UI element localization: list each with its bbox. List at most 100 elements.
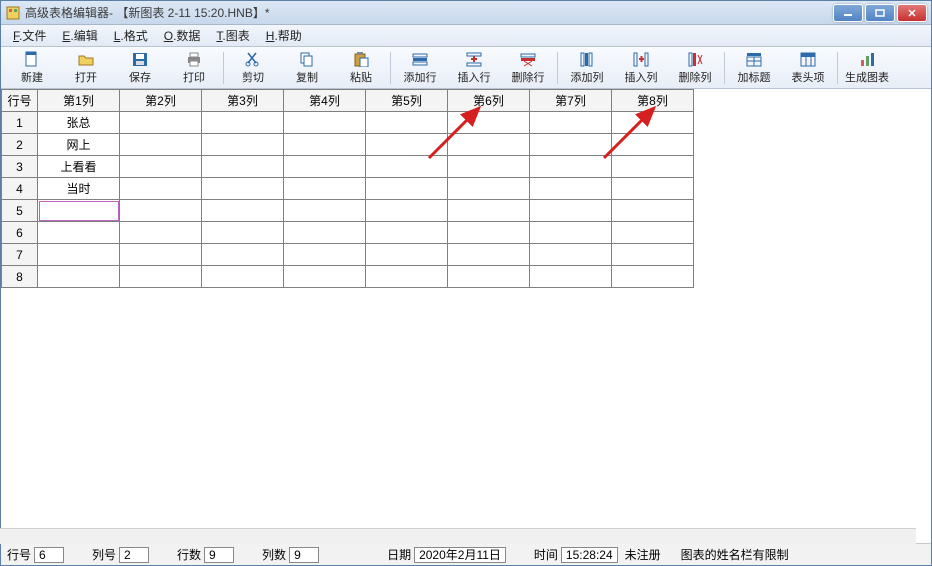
table-cell[interactable]: 张总 <box>38 112 120 134</box>
table-cell[interactable] <box>448 244 530 266</box>
table-cell[interactable] <box>284 178 366 200</box>
toolbar-print-button[interactable]: 打印 <box>167 49 221 87</box>
table-cell[interactable]: 上看看 <box>38 156 120 178</box>
table-cell[interactable] <box>38 200 120 222</box>
table-row[interactable]: 1张总 <box>2 112 694 134</box>
table-cell[interactable] <box>612 200 694 222</box>
table-cell[interactable] <box>530 156 612 178</box>
table-cell[interactable] <box>284 200 366 222</box>
menu-f[interactable]: F.文件 <box>5 25 54 46</box>
table-cell[interactable] <box>284 112 366 134</box>
table-cell[interactable] <box>530 222 612 244</box>
table-cell[interactable] <box>612 156 694 178</box>
table-cell[interactable] <box>612 178 694 200</box>
table-cell[interactable] <box>366 112 448 134</box>
table-cell[interactable] <box>448 200 530 222</box>
table-cell[interactable]: 网上 <box>38 134 120 156</box>
table-cell[interactable] <box>202 178 284 200</box>
toolbar-insert-col-button[interactable]: 插入列 <box>614 49 668 87</box>
column-header[interactable]: 第1列 <box>38 90 120 112</box>
row-number-cell[interactable]: 7 <box>2 244 38 266</box>
row-number-cell[interactable]: 4 <box>2 178 38 200</box>
table-cell[interactable] <box>366 156 448 178</box>
table-cell[interactable] <box>530 200 612 222</box>
toolbar-new-button[interactable]: 新建 <box>5 49 59 87</box>
table-cell[interactable] <box>120 266 202 288</box>
table-cell[interactable] <box>448 266 530 288</box>
toolbar-add-title-button[interactable]: 加标题 <box>727 49 781 87</box>
table-cell[interactable] <box>120 200 202 222</box>
table-row[interactable]: 4当时 <box>2 178 694 200</box>
maximize-button[interactable] <box>865 4 895 22</box>
toolbar-insert-row-button[interactable]: 插入行 <box>447 49 501 87</box>
table-cell[interactable] <box>448 134 530 156</box>
toolbar-add-col-button[interactable]: 添加列 <box>560 49 614 87</box>
toolbar-open-button[interactable]: 打开 <box>59 49 113 87</box>
horizontal-scrollbar[interactable] <box>0 528 916 544</box>
row-number-cell[interactable]: 2 <box>2 134 38 156</box>
table-cell[interactable] <box>38 266 120 288</box>
table-cell[interactable] <box>530 112 612 134</box>
table-cell[interactable] <box>284 244 366 266</box>
table-cell[interactable] <box>284 156 366 178</box>
table-cell[interactable] <box>120 178 202 200</box>
table-cell[interactable] <box>612 266 694 288</box>
column-header[interactable]: 第5列 <box>366 90 448 112</box>
table-cell[interactable] <box>366 134 448 156</box>
table-cell[interactable] <box>612 112 694 134</box>
table-cell[interactable] <box>284 266 366 288</box>
table-cell[interactable] <box>202 134 284 156</box>
toolbar-gen-chart-button[interactable]: 生成图表 <box>840 49 894 87</box>
table-cell[interactable] <box>448 112 530 134</box>
toolbar-cut-button[interactable]: 剪切 <box>226 49 280 87</box>
row-number-cell[interactable]: 1 <box>2 112 38 134</box>
table-cell[interactable] <box>120 134 202 156</box>
row-number-cell[interactable]: 6 <box>2 222 38 244</box>
table-cell[interactable] <box>530 266 612 288</box>
table-cell[interactable] <box>202 266 284 288</box>
column-header[interactable]: 第7列 <box>530 90 612 112</box>
table-cell[interactable] <box>530 244 612 266</box>
table-cell[interactable] <box>448 156 530 178</box>
menu-l[interactable]: L.格式 <box>106 25 156 46</box>
table-row[interactable]: 3上看看 <box>2 156 694 178</box>
column-header[interactable]: 第4列 <box>284 90 366 112</box>
table-cell[interactable] <box>448 222 530 244</box>
table-cell[interactable] <box>366 244 448 266</box>
menu-t[interactable]: T.图表 <box>208 25 257 46</box>
row-number-header[interactable]: 行号 <box>2 90 38 112</box>
table-cell[interactable] <box>202 222 284 244</box>
table-cell[interactable] <box>284 134 366 156</box>
data-table[interactable]: 行号第1列第2列第3列第4列第5列第6列第7列第8列1张总2网上3上看看4当时5… <box>1 89 694 288</box>
toolbar-copy-button[interactable]: 复制 <box>280 49 334 87</box>
table-cell[interactable] <box>612 222 694 244</box>
table-cell[interactable] <box>202 244 284 266</box>
menu-h[interactable]: H.帮助 <box>258 25 310 46</box>
table-cell[interactable] <box>120 156 202 178</box>
table-cell[interactable] <box>366 200 448 222</box>
table-cell[interactable] <box>120 244 202 266</box>
table-cell[interactable] <box>202 156 284 178</box>
table-row[interactable]: 7 <box>2 244 694 266</box>
table-cell[interactable] <box>120 112 202 134</box>
toolbar-add-row-button[interactable]: 添加行 <box>393 49 447 87</box>
table-cell[interactable] <box>38 244 120 266</box>
toolbar-header-item-button[interactable]: 表头项 <box>781 49 835 87</box>
table-cell[interactable]: 当时 <box>38 178 120 200</box>
table-cell[interactable] <box>366 222 448 244</box>
table-cell[interactable] <box>612 134 694 156</box>
menu-o[interactable]: O.数据 <box>156 25 209 46</box>
column-header[interactable]: 第3列 <box>202 90 284 112</box>
column-header[interactable]: 第2列 <box>120 90 202 112</box>
menu-e[interactable]: E.编辑 <box>54 25 105 46</box>
column-header[interactable]: 第6列 <box>448 90 530 112</box>
table-row[interactable]: 5 <box>2 200 694 222</box>
table-row[interactable]: 6 <box>2 222 694 244</box>
table-cell[interactable] <box>530 134 612 156</box>
table-cell[interactable] <box>612 244 694 266</box>
toolbar-paste-button[interactable]: 粘贴 <box>334 49 388 87</box>
table-cell[interactable] <box>38 222 120 244</box>
table-cell[interactable] <box>448 178 530 200</box>
table-row[interactable]: 8 <box>2 266 694 288</box>
table-cell[interactable] <box>202 200 284 222</box>
